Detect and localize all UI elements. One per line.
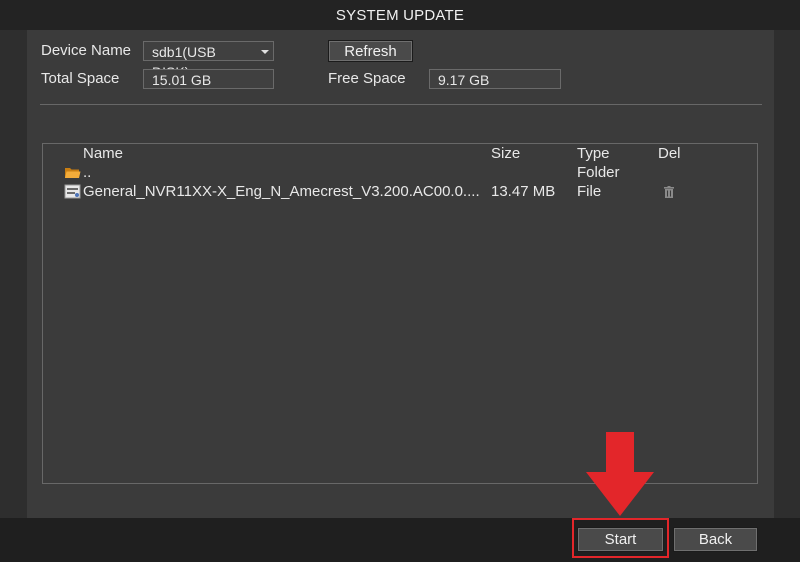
file-size: 13.47 MB [491,183,556,200]
column-header-del[interactable]: Del [658,145,681,163]
device-name-label: Device Name [41,42,132,59]
back-button[interactable]: Back [673,527,758,552]
total-space-field: 15.01 GB [143,69,274,89]
file-icon [64,184,81,199]
arrow-down-icon [586,432,654,516]
file-type: File [577,183,602,200]
file-type: Folder [577,164,620,181]
start-button-label: Start [604,531,637,548]
file-row-parent[interactable]: .. Folder [43,163,757,182]
trash-icon[interactable] [664,186,674,198]
file-name: .. [83,164,92,181]
title-bar: SYSTEM UPDATE [0,0,800,30]
chevron-down-icon [261,50,269,54]
column-header-size[interactable]: Size [491,145,520,163]
back-button-label: Back [698,531,733,548]
free-space-value: 9.17 GB [438,72,490,88]
total-space-value: 15.01 GB [152,72,212,88]
free-space-label: Free Space [328,70,406,87]
start-button[interactable]: Start [577,527,664,552]
column-header-name[interactable]: Name [83,145,123,163]
refresh-button-label: Refresh [344,42,397,60]
refresh-button[interactable]: Refresh [328,40,413,62]
free-space-field: 9.17 GB [429,69,561,89]
file-row-firmware[interactable]: General_NVR11XX-X_Eng_N_Amecrest_V3.200.… [43,182,757,201]
file-name: General_NVR11XX-X_Eng_N_Amecrest_V3.200.… [83,183,480,200]
total-space-label: Total Space [41,70,120,87]
device-name-select[interactable]: sdb1(USB DISK) [143,41,274,80]
divider [40,104,762,105]
folder-icon [65,168,81,178]
column-header-type[interactable]: Type [577,145,610,163]
window-title: SYSTEM UPDATE [335,6,465,24]
